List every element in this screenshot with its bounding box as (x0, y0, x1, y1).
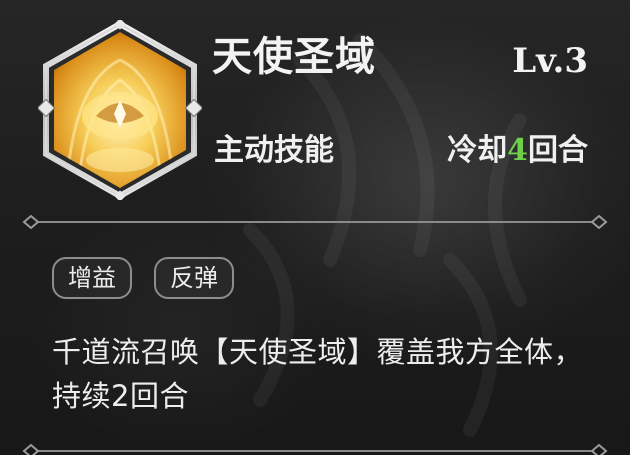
skill-name: 天使圣域 (212, 33, 376, 80)
golden-angel-halo-icon (38, 20, 202, 200)
skill-type: 主动技能 (214, 133, 334, 168)
divider-ornament (22, 444, 608, 455)
skill-tags: 增益 反弹 (52, 257, 234, 299)
skill-tooltip: 天使圣域 Lv.3 主动技能 冷却4回合 增益 反弹 千道流召唤【天使圣域】覆盖… (0, 0, 630, 455)
tag-badge: 增益 (52, 257, 132, 299)
cooldown-value: 4 (507, 133, 528, 168)
skill-description: 千道流召唤【天使圣域】覆盖我方全体，持续2回合 (52, 335, 584, 413)
tag-badge: 反弹 (154, 257, 234, 299)
cooldown-prefix: 冷却 (447, 133, 508, 168)
cooldown-info: 冷却4回合 (447, 136, 588, 166)
cooldown-suffix: 回合 (528, 133, 588, 168)
divider-ornament (22, 215, 608, 229)
skill-level: Lv.3 (512, 41, 588, 81)
